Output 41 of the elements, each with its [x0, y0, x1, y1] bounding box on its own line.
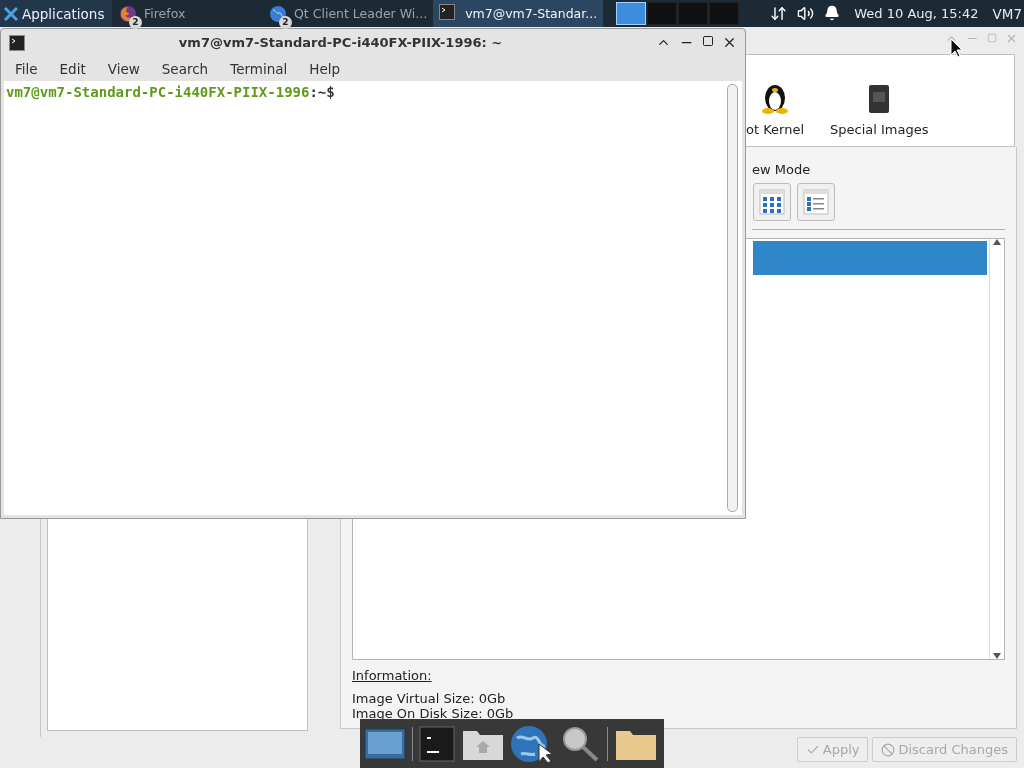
menu-item[interactable]: File — [4, 60, 49, 77]
view-mode-label: ew Mode — [752, 162, 812, 177]
menu-item[interactable]: View — [96, 60, 151, 77]
category-label[interactable]: ot Kernel — [746, 122, 805, 137]
category-label[interactable]: Special Images — [830, 122, 929, 137]
user-name[interactable]: VM7 — [992, 5, 1022, 22]
taskbar-button[interactable]: vm7@vm7-Standar... — [433, 0, 604, 27]
view-mode-button[interactable] — [797, 183, 835, 221]
prohibited-icon — [881, 742, 896, 757]
info-text: Image On Disk Size: 0Gb — [352, 706, 515, 721]
volume-icon[interactable] — [797, 5, 815, 22]
taskbar-button[interactable]: 2 Firefox — [112, 0, 262, 27]
menu-item[interactable]: Help — [298, 60, 352, 77]
bell-icon[interactable] — [824, 5, 841, 22]
window-title: vm7@vm7-Standard-PC-i440FX-PIIX-1996: ~ — [177, 35, 504, 50]
applications-menu[interactable]: Applications — [0, 0, 112, 27]
scroll-down-icon[interactable] — [993, 653, 1001, 659]
prompt-text: vm7@vm7-Standard-PC-i440FX-PIIX-1996:~$ — [6, 84, 335, 100]
terminal-area[interactable]: vm7@vm7-Standard-PC-i440FX-PIIX-1996:~$ — [4, 81, 742, 515]
info-text: Image Virtual Size: 0Gb — [352, 691, 507, 706]
terminal-icon — [9, 34, 25, 51]
network-arrows-icon[interactable] — [770, 5, 788, 22]
desktop-icon[interactable] — [364, 726, 406, 761]
menu-item[interactable]: Search — [150, 60, 220, 77]
close-icon[interactable] — [722, 35, 737, 50]
x-logo-icon — [4, 6, 18, 21]
terminal-icon — [439, 3, 456, 20]
search-icon[interactable] — [561, 724, 601, 763]
icon-grid-view-icon — [759, 189, 785, 215]
globe-icon — [268, 3, 288, 24]
clock[interactable]: Wed 10 Aug, 15:42 — [854, 6, 979, 21]
taskbar-button[interactable]: 2 Qt Client Leader Wi... — [262, 0, 434, 27]
firefox-globe-icon — [118, 3, 138, 24]
menu-item[interactable]: Edit — [48, 60, 97, 77]
information-label: Information: — [352, 668, 433, 683]
scrollbar-thumb[interactable] — [727, 84, 738, 512]
list-view-icon — [803, 189, 829, 215]
view-mode-button[interactable] — [753, 183, 791, 221]
menu-item[interactable]: Terminal — [219, 60, 299, 77]
terminal-icon[interactable] — [419, 725, 455, 762]
scroll-up-icon[interactable] — [993, 239, 1001, 245]
